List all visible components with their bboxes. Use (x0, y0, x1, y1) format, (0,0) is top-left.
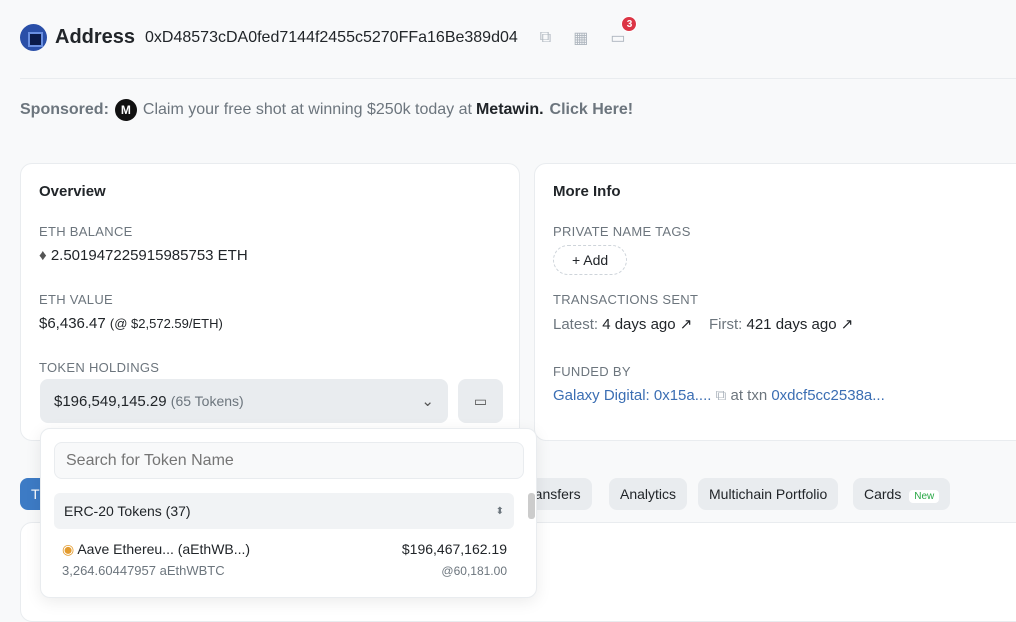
copy-icon[interactable]: ⧉ (716, 387, 727, 404)
funder-link[interactable]: Galaxy Digital: 0x15a.... (553, 387, 711, 404)
funded-by-label: FUNDED BY (553, 364, 631, 379)
eth-price: (@ $2,572.59/ETH) (109, 316, 223, 331)
eth-balance: 2.501947225915985753 ETH (50, 247, 248, 264)
funding-txn-link[interactable]: 0xdcf5cc2538a... (771, 387, 884, 404)
tx-sent-label: TRANSACTIONS SENT (553, 292, 699, 307)
eth-icon: ♦ (39, 247, 47, 264)
sponsored-link[interactable]: Click Here! (550, 101, 634, 119)
first-label: First: (709, 316, 743, 333)
chevron-down-icon: ⌄ (421, 393, 434, 410)
token-value: $196,467,162.19 (401, 541, 507, 557)
notification-badge: 3 (621, 15, 638, 32)
new-badge: New (909, 490, 940, 503)
token-amount: 3,264.60447957 aEthWBTC (62, 563, 225, 578)
eth-value-label: ETH VALUE (39, 292, 113, 307)
first-tx-link[interactable]: 421 days ago ↗ (747, 316, 854, 333)
token-dropdown-menu: ERC-20 Tokens (37) ⬍ ◉ Aave Ethereu... (… (40, 428, 537, 598)
scrollbar[interactable] (528, 493, 535, 519)
token-search-input[interactable] (54, 442, 524, 479)
page-title: Address (55, 26, 136, 48)
add-tag-button[interactable]: + Add (553, 245, 628, 275)
latest-label: Latest: (553, 316, 599, 333)
more-info-card: More Info PRIVATE NAME TAGS + Add TRANSA… (534, 163, 1016, 441)
sponsored-label: Sponsored: (20, 101, 109, 118)
latest-tx-link[interactable]: 4 days ago ↗ (602, 316, 692, 333)
tab-cards[interactable]: Cards New (853, 478, 951, 510)
page-header: Address 0xD48573cDA0fed7144f2455c5270FFa… (20, 15, 638, 51)
divider (20, 78, 1016, 79)
token-value: $196,549,145.29 (54, 392, 167, 410)
tab-analytics[interactable]: Analytics (609, 478, 688, 510)
token-name: Aave Ethereu... (aEthWB...) (77, 541, 251, 557)
avatar (20, 24, 47, 51)
comment-icon[interactable]: ▭ 3 (610, 15, 638, 48)
sponsored-brand: Metawin. (475, 101, 544, 118)
private-tags-label: PRIVATE NAME TAGS (553, 224, 691, 239)
qr-code-icon[interactable]: ▦ (573, 28, 588, 48)
at-txn-label: at txn (730, 387, 768, 404)
token-list-item[interactable]: ◉ Aave Ethereu... (aEthWB...) $196,467,1… (62, 541, 507, 581)
sponsored-text: Claim your free shot at winning $250k to… (142, 101, 472, 118)
token-holdings-dropdown[interactable]: $196,549,145.29 (65 Tokens) ⌄ (40, 379, 448, 423)
tab-multichain-portfolio[interactable]: Multichain Portfolio (698, 478, 839, 510)
erc20-group-header[interactable]: ERC-20 Tokens (37) ⬍ (54, 493, 514, 529)
sponsored-banner: Sponsored: M Claim your free shot at win… (20, 99, 633, 121)
metawin-logo: M (114, 99, 137, 121)
tab-cards-label: Cards (864, 486, 902, 502)
copy-icon[interactable]: ⧉ (540, 29, 551, 47)
token-count: (65 Tokens) (170, 393, 244, 409)
token-price: @60,181.00 (441, 564, 507, 578)
sort-icon: ⬍ (495, 505, 504, 517)
address-text: 0xD48573cDA0fed7144f2455c5270FFa16Be389d… (145, 28, 518, 46)
overview-title: Overview (39, 183, 106, 200)
more-info-title: More Info (553, 183, 621, 200)
eth-balance-label: ETH BALANCE (39, 224, 133, 239)
erc20-group-label: ERC-20 Tokens (37) (64, 503, 191, 519)
token-icon: ◉ (62, 541, 75, 557)
wallet-icon[interactable]: ▭ (458, 379, 503, 423)
eth-value: $6,436.47 (39, 315, 106, 332)
token-holdings-label: TOKEN HOLDINGS (39, 360, 160, 375)
overview-card: Overview ETH BALANCE ♦ 2.501947225915985… (20, 163, 520, 441)
